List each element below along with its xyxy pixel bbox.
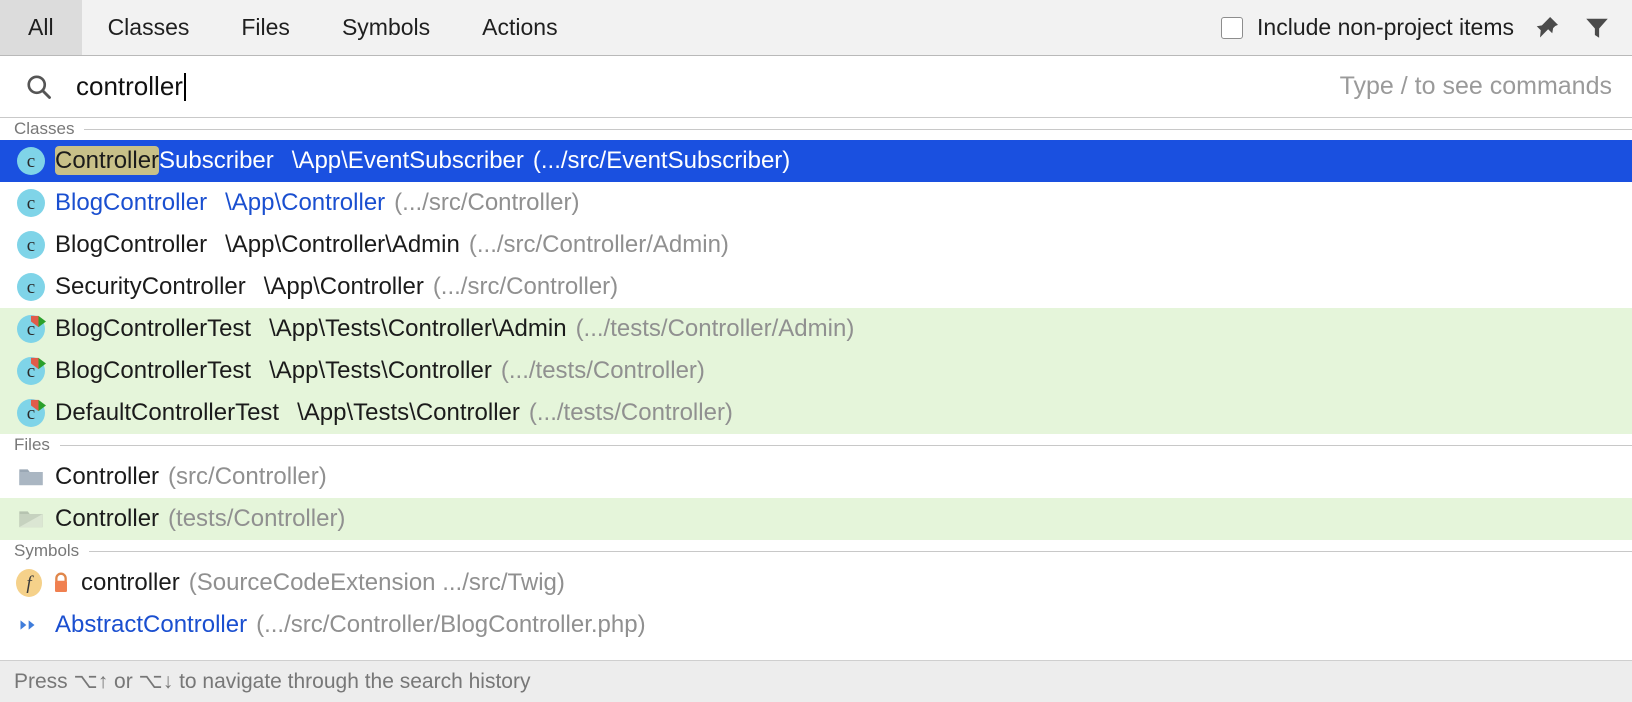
- test-class-icon: c: [16, 356, 46, 386]
- result-row-folder-src-controller[interactable]: Controller (src/Controller): [0, 456, 1632, 498]
- method-icon: [16, 610, 46, 640]
- header-controls: Include non-project items: [1221, 0, 1632, 55]
- result-path: (tests/Controller): [168, 505, 346, 532]
- result-name: BlogController: [55, 231, 208, 258]
- result-name: SecurityController: [55, 273, 246, 300]
- tab-symbols[interactable]: Symbols: [316, 0, 456, 55]
- result-namespace: \App\Controller\Admin: [225, 231, 460, 258]
- result-path: (.../tests/Controller): [528, 399, 733, 426]
- result-path: (.../src/Controller): [394, 189, 580, 216]
- result-name: Controller: [55, 463, 160, 490]
- group-header-symbols: Symbols: [0, 540, 1632, 562]
- result-row-symbol-controller[interactable]: f controller (SourceCodeExtension .../sr…: [0, 562, 1632, 604]
- status-bar-text: Press ⌥↑ or ⌥↓ to navigate through the s…: [14, 670, 531, 693]
- group-header-classes: Classes: [0, 118, 1632, 140]
- result-name: AbstractController: [55, 611, 248, 638]
- pin-icon[interactable]: [1530, 11, 1564, 45]
- tab-classes[interactable]: Classes: [82, 0, 216, 55]
- result-path: (.../tests/Controller/Admin): [575, 315, 855, 342]
- group-divider: [89, 550, 1632, 552]
- result-path: (.../src/Controller/BlogController.php): [256, 611, 646, 638]
- result-path: (src/Controller): [168, 463, 327, 490]
- result-namespace: \App\Tests\Controller: [297, 399, 520, 426]
- group-divider: [84, 128, 1632, 130]
- result-path: (.../src/Controller): [432, 273, 619, 300]
- result-name: DefaultControllerTest: [55, 399, 280, 426]
- search-bar[interactable]: controller Type / to see commands: [0, 56, 1632, 118]
- result-namespace: \App\Tests\Controller\Admin: [269, 315, 567, 342]
- result-path: (SourceCodeExtension .../src/Twig): [188, 569, 565, 596]
- group-label-files: Files: [14, 435, 50, 454]
- results-list[interactable]: Classes c ControllerSubscriber \App\Even…: [0, 118, 1632, 702]
- tab-symbols-label: Symbols: [341, 14, 431, 40]
- include-non-project-items-checkbox[interactable]: Include non-project items: [1221, 14, 1514, 41]
- result-row-securitycontroller[interactable]: c SecurityController \App\Controller (..…: [0, 266, 1632, 308]
- lock-icon: [51, 572, 71, 594]
- folder-icon: [16, 462, 46, 492]
- result-name: BlogControllerTest: [55, 357, 252, 384]
- checkbox-box[interactable]: [1221, 16, 1244, 39]
- result-name: ControllerSubscriber: [55, 146, 274, 175]
- result-name: BlogControllerTest: [55, 315, 252, 342]
- result-row-blogcontrollertest-admin[interactable]: c BlogControllerTest \App\Tests\Controll…: [0, 308, 1632, 350]
- result-name: BlogController: [55, 189, 208, 216]
- tab-files[interactable]: Files: [215, 0, 316, 55]
- status-bar: Press ⌥↑ or ⌥↓ to navigate through the s…: [0, 660, 1632, 702]
- tab-all[interactable]: All: [0, 0, 82, 55]
- search-input-value[interactable]: controller: [76, 71, 183, 102]
- function-icon: f: [16, 568, 42, 598]
- search-icon: [22, 70, 56, 104]
- search-everywhere-window: All Classes Files Symbols Actions Includ…: [0, 0, 1632, 702]
- result-name-post: Subscriber: [159, 147, 274, 174]
- class-icon: c: [16, 272, 46, 302]
- test-class-icon: c: [16, 398, 46, 428]
- test-class-icon: c: [16, 314, 46, 344]
- result-row-folder-tests-controller[interactable]: Controller (tests/Controller): [0, 498, 1632, 540]
- result-name: controller: [81, 569, 180, 596]
- tab-bar: All Classes Files Symbols Actions: [0, 0, 584, 55]
- class-icon: c: [16, 188, 46, 218]
- group-divider: [59, 444, 1632, 446]
- checkbox-label: Include non-project items: [1257, 14, 1514, 40]
- result-name: Controller: [55, 505, 160, 532]
- result-row-controllersubscriber[interactable]: c ControllerSubscriber \App\EventSubscri…: [0, 140, 1632, 182]
- result-namespace: \App\Tests\Controller: [269, 357, 492, 384]
- result-namespace: \App\EventSubscriber: [291, 147, 524, 174]
- group-header-files: Files: [0, 434, 1632, 456]
- result-row-blogcontroller-1[interactable]: c BlogController \App\Controller (.../sr…: [0, 182, 1632, 224]
- result-path: (.../tests/Controller): [500, 357, 705, 384]
- result-row-blogcontrollertest[interactable]: c BlogControllerTest \App\Tests\Controll…: [0, 350, 1632, 392]
- group-label-classes: Classes: [14, 119, 75, 138]
- tab-classes-label: Classes: [107, 14, 190, 40]
- text-caret: [183, 72, 186, 101]
- tab-all-label: All: [28, 14, 54, 40]
- test-folder-icon: [16, 504, 46, 534]
- result-namespace: \App\Controller: [225, 189, 386, 216]
- tab-files-label: Files: [241, 14, 290, 40]
- tab-actions-label: Actions: [482, 14, 558, 40]
- tab-actions[interactable]: Actions: [456, 0, 583, 55]
- class-icon: c: [16, 146, 46, 176]
- search-everywhere-header: All Classes Files Symbols Actions Includ…: [0, 0, 1632, 56]
- filter-icon[interactable]: [1580, 11, 1614, 45]
- class-icon: c: [16, 230, 46, 260]
- result-path: (.../src/Controller/Admin): [468, 231, 729, 258]
- match-highlight: Controller: [55, 146, 160, 175]
- result-row-defaultcontrollertest[interactable]: c DefaultControllerTest \App\Tests\Contr…: [0, 392, 1632, 434]
- search-commands-hint: Type / to see commands: [1339, 72, 1612, 100]
- result-path: (.../src/EventSubscriber): [532, 147, 791, 174]
- result-row-blogcontroller-2[interactable]: c BlogController \App\Controller\Admin (…: [0, 224, 1632, 266]
- group-label-symbols: Symbols: [14, 541, 80, 560]
- result-row-symbol-abstractcontroller[interactable]: AbstractController (.../src/Controller/B…: [0, 604, 1632, 646]
- result-namespace: \App\Controller: [263, 273, 424, 300]
